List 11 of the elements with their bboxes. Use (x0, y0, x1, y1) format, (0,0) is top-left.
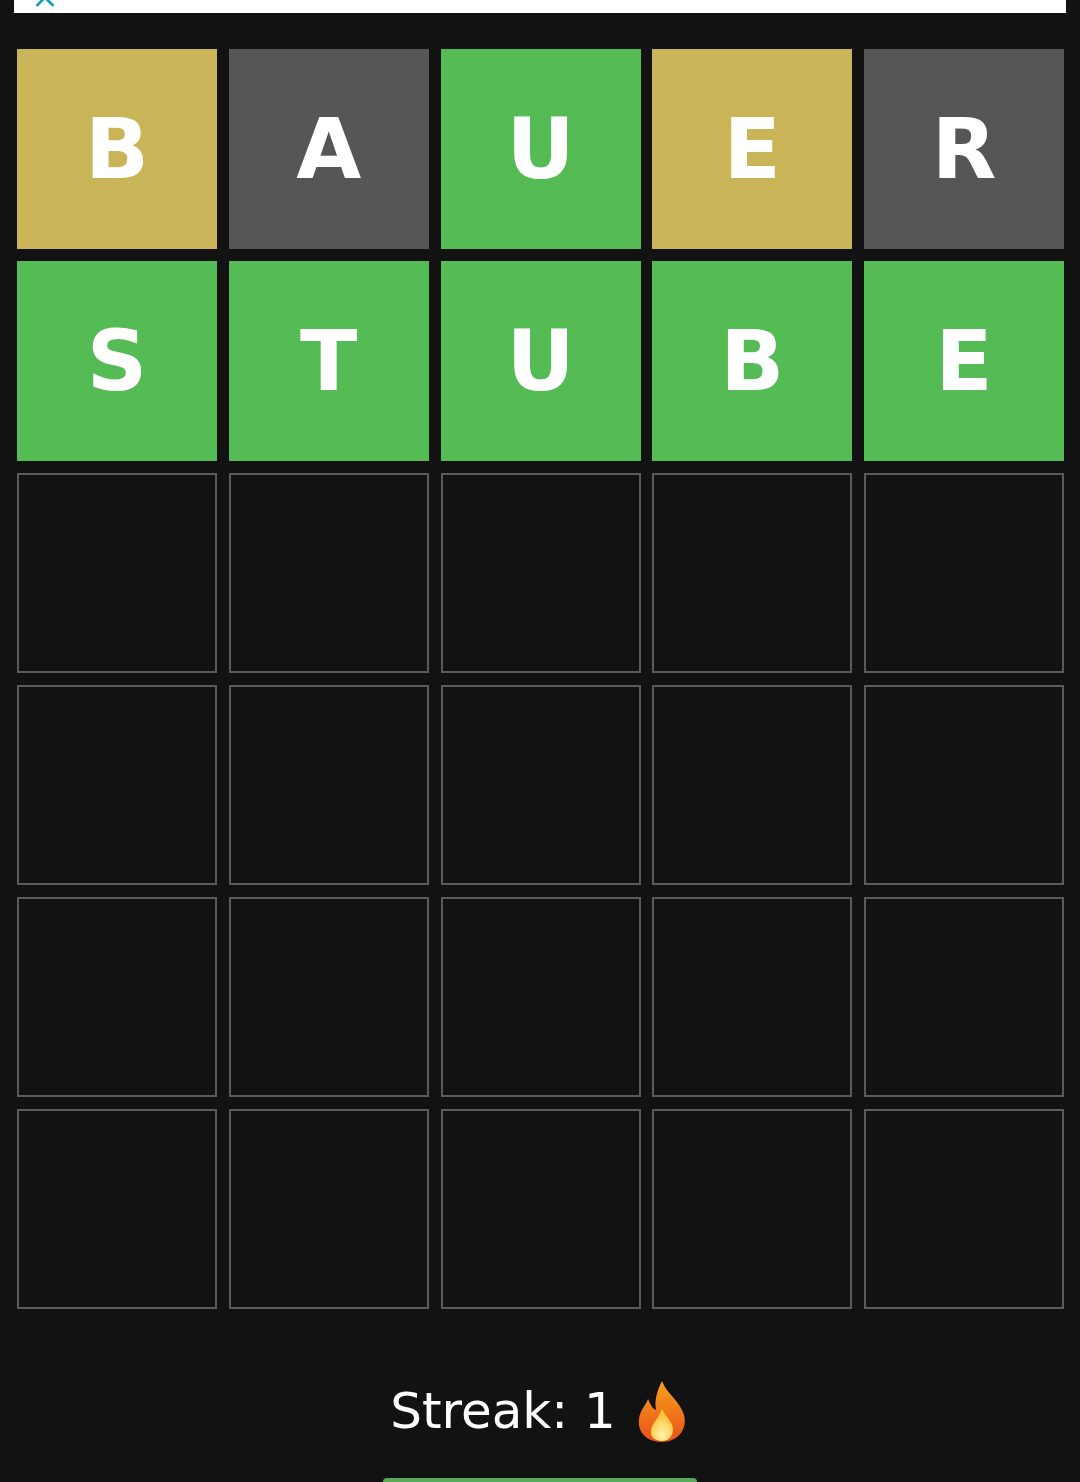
tile-letter: R (931, 100, 997, 198)
tile-letter: T (300, 312, 358, 410)
tile-letter: S (86, 312, 148, 410)
tile-letter: E (935, 312, 993, 410)
tile-letter: U (506, 312, 575, 410)
tile-letter: E (723, 100, 781, 198)
tile-letter: B (720, 312, 785, 410)
tile-letter: A (296, 100, 362, 198)
streak-label: Streak: 1 (390, 1382, 616, 1440)
tile-letter: B (85, 100, 149, 198)
tile-letter: U (506, 100, 575, 198)
